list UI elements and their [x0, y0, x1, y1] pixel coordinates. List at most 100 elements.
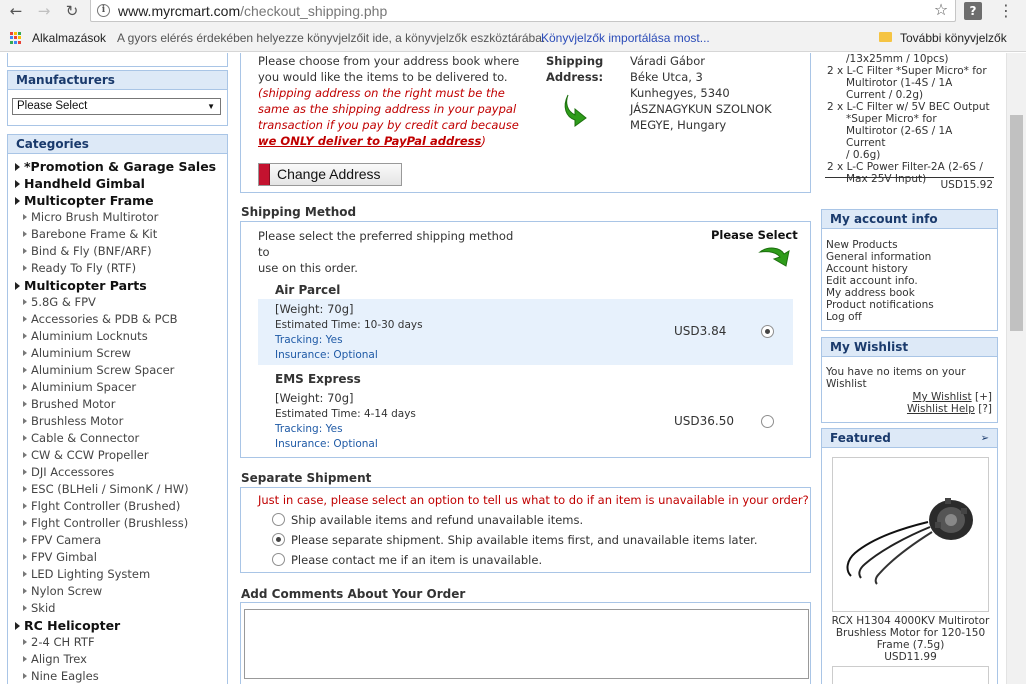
- account-link[interactable]: Product notifications: [826, 299, 997, 311]
- product-name-line[interactable]: Frame (7.5g): [826, 639, 995, 651]
- account-link[interactable]: Edit account info.: [826, 275, 997, 287]
- brushless-motor-image: [846, 498, 973, 585]
- url-text[interactable]: www.myrcmart.com/checkout_shipping.php: [118, 3, 387, 19]
- account-link[interactable]: Account history: [826, 263, 997, 275]
- manufacturers-box: Manufacturers Please Select ▼: [7, 70, 228, 126]
- shipping-method-section: Please select the preferred shipping met…: [240, 221, 811, 458]
- account-link[interactable]: Log off: [826, 311, 997, 323]
- extension-icon[interactable]: ?: [964, 2, 982, 20]
- subcategory-item[interactable]: Aluminium Screw: [8, 345, 227, 362]
- subcategory-item[interactable]: Micro Brush Multirotor: [8, 209, 227, 226]
- scrollbar-thumb[interactable]: [1010, 115, 1023, 331]
- wishlist-help-link[interactable]: Wishlist Help [?]: [907, 403, 992, 415]
- cart-item-line: Multirotor (2-6S / 1A Current: [846, 125, 953, 149]
- subcategory-item[interactable]: FPV Gimbal: [8, 549, 227, 566]
- manufacturers-select[interactable]: Please Select ▼: [12, 98, 221, 115]
- apps-link[interactable]: Alkalmazások: [32, 31, 106, 45]
- menu-icon[interactable]: ⋮: [996, 1, 1016, 21]
- account-links: New Products General information Account h…: [822, 229, 997, 323]
- product-name-line[interactable]: Brushless Motor for 120-150: [826, 627, 995, 639]
- subcategory-item[interactable]: Ready To Fly (RTF): [8, 260, 227, 277]
- subcategory-item[interactable]: Brushed Motor: [8, 396, 227, 413]
- option-time: Estimated Time: 4-14 days: [275, 408, 416, 420]
- account-info-title: My account info: [822, 210, 997, 229]
- subcategory-item[interactable]: Flght Controller (Brushless): [8, 515, 227, 532]
- account-info-box: My account info New Products General info…: [821, 209, 998, 331]
- separate-option-radio[interactable]: [272, 553, 285, 566]
- address-warning-end: ): [481, 134, 486, 148]
- separate-option-label[interactable]: Please contact me if an item is unavaila…: [291, 553, 542, 567]
- info-icon[interactable]: i: [97, 4, 110, 17]
- category-item[interactable]: Handheld Gimbal: [8, 175, 227, 192]
- page-scrollbar[interactable]: [1006, 53, 1026, 684]
- subcategory-item[interactable]: Nine Eagles: [8, 668, 227, 684]
- reload-icon[interactable]: ↻: [60, 0, 84, 22]
- featured-product-name[interactable]: RCX H1304 4000KV Multirotor Brushless Mo…: [826, 615, 995, 663]
- subcategory-item[interactable]: Aluminium Spacer: [8, 379, 227, 396]
- subcategory-item[interactable]: ESC (BLHeli / SimonK / HW): [8, 481, 227, 498]
- shipping-option-row[interactable]: [Weight: 70g] Estimated Time: 4-14 days …: [258, 388, 793, 454]
- bookmark-star-icon[interactable]: ☆: [930, 0, 952, 19]
- comments-textarea[interactable]: [244, 609, 809, 679]
- subcategory-item[interactable]: Barebone Frame & Kit: [8, 226, 227, 243]
- subcategory-item[interactable]: Brushless Motor: [8, 413, 227, 430]
- other-bookmarks-link[interactable]: További könyvjelzők: [900, 31, 1007, 45]
- address-bar[interactable]: i www.myrcmart.com/checkout_shipping.php: [90, 0, 956, 22]
- search-box-bottom: [7, 53, 228, 67]
- wishlist-title: My Wishlist: [822, 338, 997, 357]
- subcategory-item[interactable]: Align Trex: [8, 651, 227, 668]
- apps-grid-icon[interactable]: [10, 32, 22, 44]
- product-name-line[interactable]: RCX H1304 4000KV Multirotor: [826, 615, 995, 627]
- subcategory-item[interactable]: DJI Accessores: [8, 464, 227, 481]
- address-warning-line: same as the shipping address in your pay…: [258, 102, 517, 116]
- subcategory-item[interactable]: Bind & Fly (BNF/ARF): [8, 243, 227, 260]
- category-item[interactable]: Multicopter Parts: [8, 277, 227, 294]
- change-address-button[interactable]: Change Address: [258, 163, 402, 186]
- subcategory-item[interactable]: 5.8G & FPV: [8, 294, 227, 311]
- import-bookmarks-link[interactable]: Könyvjelzők importálása most...: [541, 31, 710, 45]
- shipping-option-radio[interactable]: [761, 415, 774, 428]
- subcategory-item[interactable]: FPV Camera: [8, 532, 227, 549]
- separate-option-label[interactable]: Please separate shipment. Ship available…: [291, 533, 758, 547]
- subcategory-item[interactable]: Cable & Connector: [8, 430, 227, 447]
- separate-option-radio[interactable]: [272, 513, 285, 526]
- subcategory-item[interactable]: Flght Controller (Brushed): [8, 498, 227, 515]
- account-link[interactable]: New Products: [826, 239, 997, 251]
- option-tracking: Tracking: Yes: [275, 423, 343, 435]
- categories-box: Categories *Promotion & Garage Sales Hand…: [7, 134, 228, 684]
- subcategory-item[interactable]: 2-4 CH RTF: [8, 634, 227, 651]
- forward-icon[interactable]: →: [32, 0, 56, 22]
- subcategory-item[interactable]: CW & CCW Propeller: [8, 447, 227, 464]
- featured-product-image-2[interactable]: [832, 666, 989, 684]
- wishlist-help-suffix[interactable]: [?]: [978, 403, 992, 415]
- category-item[interactable]: *Promotion & Garage Sales: [8, 158, 227, 175]
- subcategory-item[interactable]: Accessories & PDB & PCB: [8, 311, 227, 328]
- account-link[interactable]: My address book: [826, 287, 997, 299]
- account-link[interactable]: General information: [826, 251, 997, 263]
- address-intro-line: Please choose from your address book whe…: [258, 54, 520, 68]
- subcategory-item[interactable]: Skid: [8, 600, 227, 617]
- category-item[interactable]: Multicopter Frame: [8, 192, 227, 209]
- back-icon[interactable]: ←: [4, 0, 28, 22]
- separate-option-radio[interactable]: [272, 533, 285, 546]
- category-item[interactable]: RC Helicopter: [8, 617, 227, 634]
- subcategory-item[interactable]: Aluminium Locknuts: [8, 328, 227, 345]
- shipping-desc-line: Please select the preferred shipping met…: [258, 229, 514, 259]
- featured-product-image[interactable]: [832, 457, 989, 612]
- subcategory-item[interactable]: LED Lighting System: [8, 566, 227, 583]
- url-domain: www.myrcmart.com: [118, 3, 241, 19]
- separate-option-label[interactable]: Ship available items and refund unavaila…: [291, 513, 583, 527]
- cart-item-line: /13x25mm / 10pcs): [846, 53, 949, 65]
- arrow-right-icon[interactable]: ➢: [981, 433, 989, 444]
- subcategory-item[interactable]: Nylon Screw: [8, 583, 227, 600]
- option-insurance: Insurance: Optional: [275, 349, 378, 361]
- wishlist-add-suffix[interactable]: [+]: [975, 391, 992, 403]
- wishlist-help-link-text[interactable]: Wishlist Help: [907, 403, 975, 415]
- my-wishlist-link[interactable]: My Wishlist [+]: [912, 391, 992, 403]
- address-line: MEGYE, Hungary: [630, 118, 727, 132]
- shipping-option-radio[interactable]: [761, 325, 774, 338]
- subcategory-item[interactable]: Aluminium Screw Spacer: [8, 362, 227, 379]
- shipping-option-row[interactable]: [Weight: 70g] Estimated Time: 10-30 days…: [258, 299, 793, 365]
- my-wishlist-link-text[interactable]: My Wishlist: [912, 391, 971, 403]
- cart-divider: [825, 177, 994, 178]
